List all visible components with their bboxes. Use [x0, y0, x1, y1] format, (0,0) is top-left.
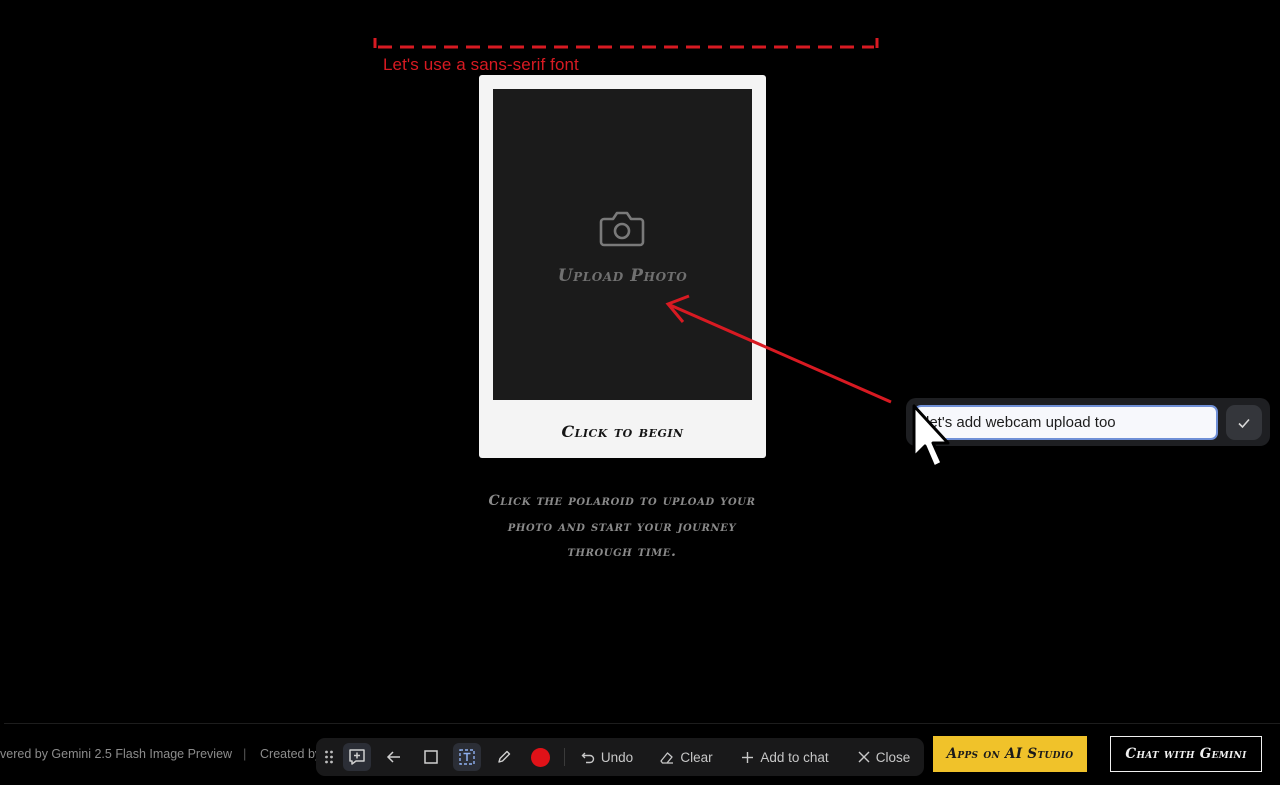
instructions-line: through time.: [567, 544, 677, 560]
arrow-left-icon: [386, 751, 400, 763]
instructions-line: photo and start your journey: [507, 518, 737, 535]
apps-on-ai-studio-button[interactable]: Apps on AI Studio: [933, 736, 1087, 772]
footer-divider: [4, 723, 1280, 724]
close-label: Close: [875, 749, 911, 765]
add-comment-icon: [349, 749, 365, 765]
undo-button[interactable]: Undo: [576, 743, 638, 771]
created-by-text: Created by: [260, 747, 322, 761]
submit-comment-button[interactable]: [1226, 405, 1262, 440]
text-tool-button[interactable]: [453, 743, 481, 771]
comment-box: [906, 398, 1270, 446]
undo-label: Undo: [600, 749, 634, 765]
add-to-chat-button[interactable]: Add to chat: [738, 743, 832, 771]
footer-separator: |: [243, 746, 247, 761]
app-stage: Let's use a sans-serif font Upload Photo…: [0, 0, 1280, 785]
comment-input[interactable]: [914, 405, 1218, 440]
add-to-chat-label: Add to chat: [760, 749, 829, 765]
eraser-icon: [660, 751, 674, 764]
check-icon: [1238, 418, 1250, 428]
instructions-line: Click the polaroid to upload your: [488, 493, 756, 509]
arrow-tool-button[interactable]: [380, 743, 408, 771]
close-button[interactable]: Close: [854, 743, 914, 771]
annotation-dashed-line: [373, 38, 879, 49]
undo-icon: [581, 752, 595, 764]
comment-tool-button[interactable]: [343, 743, 371, 771]
clear-button[interactable]: Clear: [656, 743, 716, 771]
annotation-label: Let's use a sans-serif font: [383, 55, 579, 74]
annotation-toolbar: Undo Clear Add to chat Close: [316, 738, 924, 776]
close-icon: [858, 751, 870, 763]
color-picker-button[interactable]: [526, 743, 554, 771]
powered-by-text: vered by Gemini 2.5 Flash Image Preview: [0, 747, 233, 761]
instructions-text: Click the polaroid to upload your photo …: [470, 489, 774, 566]
toolbar-divider: [564, 748, 565, 766]
clear-label: Clear: [680, 749, 713, 765]
polaroid-caption: Click to begin: [561, 422, 684, 441]
pen-tool-button[interactable]: [490, 743, 518, 771]
camera-icon: [599, 211, 645, 247]
plus-icon: [742, 751, 754, 763]
text-box-icon: [459, 749, 475, 765]
drag-handle-icon[interactable]: [319, 743, 339, 771]
polaroid-upload-card[interactable]: Upload Photo Click to begin: [479, 75, 766, 458]
photo-drop-area[interactable]: Upload Photo: [493, 89, 752, 400]
rectangle-tool-button[interactable]: [417, 743, 445, 771]
pen-icon: [498, 750, 511, 763]
color-swatch: [530, 747, 550, 767]
chat-with-gemini-button[interactable]: Chat with Gemini: [1110, 736, 1262, 772]
upload-photo-label: Upload Photo: [557, 266, 688, 286]
square-icon: [424, 750, 438, 764]
